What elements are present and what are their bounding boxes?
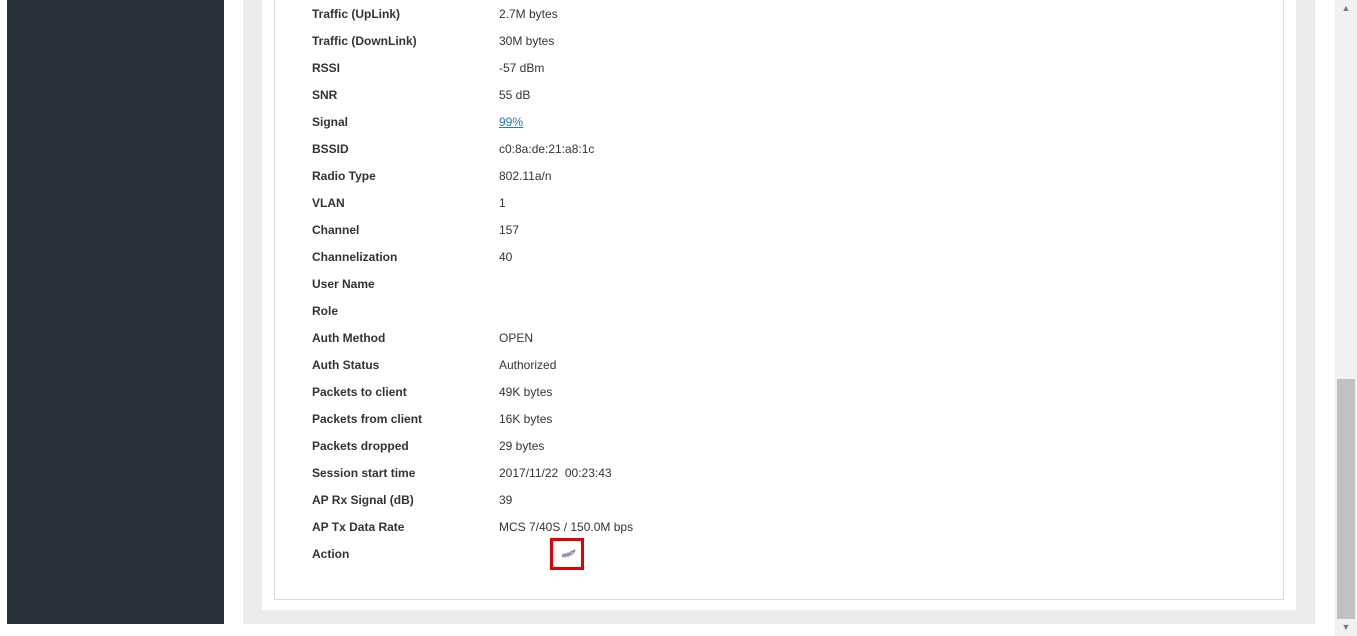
detail-value: -57 dBm — [499, 61, 545, 75]
detail-value: 802.11a/n — [499, 169, 552, 183]
scrollbar-thumb[interactable] — [1337, 379, 1355, 619]
detail-value: 1 — [499, 196, 506, 210]
detail-row-rssi: RSSI -57 dBm — [312, 58, 1112, 78]
detail-value: c0:8a:de:21:a8:1c — [499, 142, 595, 156]
detail-row-auth-status: Auth Status Authorized — [312, 355, 1112, 375]
detail-value: 157 — [499, 223, 520, 237]
client-details-panel: Traffic (UpLink) 2.7M bytes Traffic (Dow… — [262, 0, 1296, 610]
chart-trend-icon — [562, 549, 576, 558]
detail-value: 2017/11/22 00:23:43 — [499, 466, 612, 480]
detail-row-role: Role — [312, 301, 1112, 321]
detail-value: OPEN — [499, 331, 534, 345]
bottom-gap — [0, 624, 1335, 636]
detail-value: 40 — [499, 250, 513, 264]
detail-label: Signal — [312, 115, 349, 129]
detail-label: Packets dropped — [312, 439, 409, 453]
detail-label: SNR — [312, 88, 338, 102]
detail-row-user-name: User Name — [312, 274, 1112, 294]
detail-value: 2.7M bytes — [499, 7, 558, 21]
action-label: Action — [312, 547, 350, 561]
detail-label: Channelization — [312, 250, 398, 264]
detail-row-ap-tx-data-rate: AP Tx Data Rate MCS 7/40S / 150.0M bps — [312, 517, 1112, 537]
detail-label: BSSID — [312, 142, 349, 156]
vertical-scrollbar[interactable]: ▲ ▼ — [1335, 0, 1357, 636]
scroll-down-arrow-icon[interactable]: ▼ — [1335, 619, 1357, 636]
detail-row-auth-method: Auth Method OPEN — [312, 328, 1112, 348]
detail-row-bssid: BSSID c0:8a:de:21:a8:1c — [312, 139, 1112, 159]
detail-label: Auth Method — [312, 331, 386, 345]
detail-label: Role — [312, 304, 339, 318]
detail-row-ap-rx-signal: AP Rx Signal (dB) 39 — [312, 490, 1112, 510]
detail-row-action: Action — [312, 538, 1112, 570]
detail-value: 30M bytes — [499, 34, 555, 48]
detail-value: 55 dB — [499, 88, 531, 102]
detail-label: Channel — [312, 223, 360, 237]
detail-label: User Name — [312, 277, 375, 291]
detail-row-traffic-downlink: Traffic (DownLink) 30M bytes — [312, 31, 1112, 51]
detail-row-channelization: Channelization 40 — [312, 247, 1112, 267]
detail-value: MCS 7/40S / 150.0M bps — [499, 520, 634, 534]
detail-value: Authorized — [499, 358, 557, 372]
detail-value: 16K bytes — [499, 412, 553, 426]
detail-row-snr: SNR 55 dB — [312, 85, 1112, 105]
detail-row-signal: Signal 99% — [312, 112, 1112, 132]
detail-value: 49K bytes — [499, 385, 553, 399]
detail-label: Auth Status — [312, 358, 380, 372]
detail-row-session-start-time: Session start time 2017/11/22 00:23:43 — [312, 463, 1112, 483]
detail-row-packets-to-client: Packets to client 49K bytes — [312, 382, 1112, 402]
signal-link[interactable]: 99% — [499, 112, 523, 132]
detail-label: VLAN — [312, 196, 345, 210]
detail-row-vlan: VLAN 1 — [312, 193, 1112, 213]
detail-label: Traffic (DownLink) — [312, 34, 417, 48]
detail-value: 39 — [499, 493, 513, 507]
client-details-box: Traffic (UpLink) 2.7M bytes Traffic (Dow… — [274, 0, 1284, 600]
detail-label: Radio Type — [312, 169, 376, 183]
detail-label: Packets from client — [312, 412, 423, 426]
detail-row-packets-from-client: Packets from client 16K bytes — [312, 409, 1112, 429]
detail-row-channel: Channel 157 — [312, 220, 1112, 240]
detail-label: AP Tx Data Rate — [312, 520, 405, 534]
detail-row-packets-dropped: Packets dropped 29 bytes — [312, 436, 1112, 456]
detail-row-traffic-uplink: Traffic (UpLink) 2.7M bytes — [312, 4, 1112, 24]
action-chart-button[interactable] — [550, 538, 584, 570]
detail-label: RSSI — [312, 61, 341, 75]
detail-label: Traffic (UpLink) — [312, 7, 401, 21]
detail-label: Packets to client — [312, 385, 407, 399]
sidebar — [7, 0, 224, 624]
detail-label: AP Rx Signal (dB) — [312, 493, 414, 507]
detail-row-radio-type: Radio Type 802.11a/n — [312, 166, 1112, 186]
scroll-up-arrow-icon[interactable]: ▲ — [1335, 0, 1357, 17]
detail-label: Session start time — [312, 466, 416, 480]
left-edge — [0, 0, 7, 636]
detail-value: 29 bytes — [499, 439, 545, 453]
